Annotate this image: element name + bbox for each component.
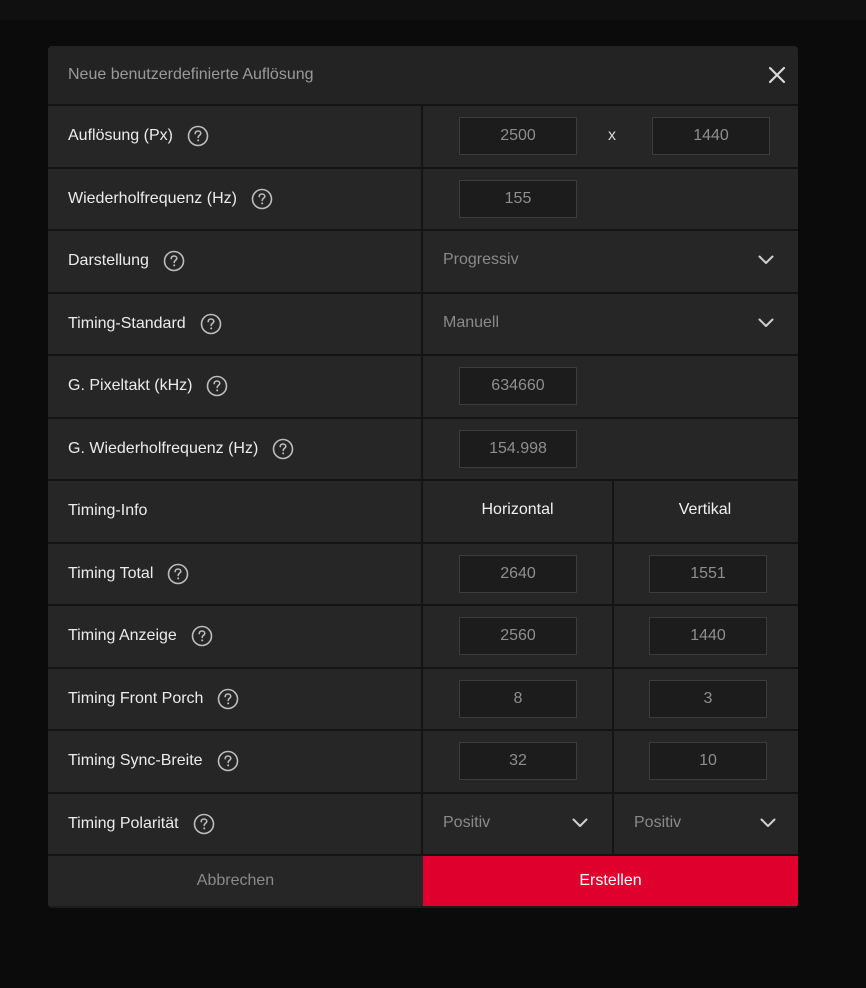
chevron-down-icon <box>758 318 774 327</box>
help-icon[interactable] <box>167 563 189 585</box>
actual-refresh-label: G. Wiederholfrequenz (Hz) <box>68 439 259 457</box>
cancel-button[interactable]: Abbrechen <box>48 856 423 906</box>
timing-display-v-input[interactable]: 1440 <box>649 617 767 655</box>
polarity-v-value: Positiv <box>634 813 682 831</box>
column-divider <box>612 606 614 667</box>
background-band <box>0 0 866 20</box>
actual-refresh-field: 154.998 <box>459 429 577 468</box>
resolution-width-input[interactable]: 2500 <box>459 117 577 155</box>
help-icon[interactable] <box>206 375 228 397</box>
timing-standard-value: Manuell <box>443 313 500 331</box>
front-porch-h-input[interactable]: 8 <box>459 679 577 718</box>
create-button[interactable]: Erstellen <box>423 856 798 906</box>
timing-total-v-input[interactable]: 1551 <box>649 554 767 593</box>
sync-width-label: Timing Sync-Breite <box>68 752 203 770</box>
help-icon[interactable] <box>191 625 213 647</box>
help-icon[interactable] <box>193 813 215 835</box>
resolution-separator: x <box>608 127 616 144</box>
dialog-footer: Abbrechen Erstellen <box>48 856 798 906</box>
column-divider <box>612 731 614 792</box>
polarity-h-value: Positiv <box>443 813 491 831</box>
help-icon[interactable] <box>272 438 294 460</box>
timing-info-label: Timing-Info <box>68 502 148 520</box>
sync-width-h-input[interactable]: 32 <box>459 742 577 780</box>
display-mode-value: Progressiv <box>443 251 519 268</box>
help-icon[interactable] <box>187 125 209 147</box>
help-icon[interactable] <box>217 688 239 710</box>
timing-total-label: Timing Total <box>68 564 154 582</box>
row-resolution: Auflösung (Px) 2500 x 1440 <box>48 106 798 169</box>
custom-resolution-dialog: Neue benutzerdefinierte Auflösung Auflös… <box>48 46 798 908</box>
help-icon[interactable] <box>200 313 222 335</box>
timing-display-h-input[interactable]: 2560 <box>459 617 577 655</box>
pixel-clock-label: G. Pixeltakt (kHz) <box>68 377 193 395</box>
sync-width-v-input[interactable]: 10 <box>649 742 767 780</box>
column-divider <box>612 543 614 604</box>
row-sync-width: Timing Sync-Breite 32 10 <box>48 731 798 794</box>
dialog-header: Neue benutzerdefinierte Auflösung <box>48 46 798 106</box>
polarity-label: Timing Polarität <box>68 814 179 832</box>
chevron-down-icon <box>758 255 774 264</box>
timing-standard-select[interactable]: Manuell <box>423 293 798 354</box>
column-divider <box>612 668 614 729</box>
refresh-rate-input[interactable]: 155 <box>459 179 577 218</box>
row-timing-info: Timing-Info Horizontal Vertikal <box>48 481 798 544</box>
close-icon[interactable] <box>766 64 788 86</box>
row-refresh-rate: Wiederholfrequenz (Hz) 155 <box>48 168 798 231</box>
front-porch-label: Timing Front Porch <box>68 689 204 707</box>
pixel-clock-field: 634660 <box>459 367 577 405</box>
resolution-height-input[interactable]: 1440 <box>652 117 770 155</box>
chevron-down-icon <box>572 818 588 827</box>
row-timing-total: Timing Total 2640 1551 <box>48 543 798 606</box>
row-actual-refresh: G. Wiederholfrequenz (Hz) 154.998 <box>48 418 798 481</box>
row-polarity: Timing Polarität Positiv Positiv <box>48 793 798 856</box>
help-icon[interactable] <box>217 750 239 772</box>
vertical-column-header: Vertikal <box>678 501 732 518</box>
refresh-rate-label: Wiederholfrequenz (Hz) <box>68 189 237 207</box>
timing-display-label: Timing Anzeige <box>68 627 177 645</box>
row-front-porch: Timing Front Porch 8 3 <box>48 668 798 731</box>
front-porch-v-input[interactable]: 3 <box>649 679 767 718</box>
polarity-h-select[interactable]: Positiv <box>423 794 612 855</box>
help-icon[interactable] <box>251 188 273 210</box>
polarity-v-select[interactable]: Positiv <box>614 794 798 855</box>
chevron-down-icon <box>760 818 776 827</box>
row-display-mode: Darstellung Progressiv <box>48 231 798 294</box>
dialog-title: Neue benutzerdefinierte Auflösung <box>68 66 314 83</box>
help-icon[interactable] <box>163 250 185 272</box>
timing-standard-label: Timing-Standard <box>68 314 186 332</box>
row-timing-display: Timing Anzeige 2560 1440 <box>48 606 798 669</box>
timing-total-h-input[interactable]: 2640 <box>459 554 577 593</box>
resolution-label: Auflösung (Px) <box>68 127 173 145</box>
display-mode-label: Darstellung <box>68 252 149 270</box>
horizontal-column-header: Horizontal <box>481 501 554 518</box>
display-mode-select[interactable]: Progressiv <box>423 231 798 292</box>
row-pixel-clock: G. Pixeltakt (kHz) 634660 <box>48 356 798 419</box>
row-timing-standard: Timing-Standard Manuell <box>48 293 798 356</box>
